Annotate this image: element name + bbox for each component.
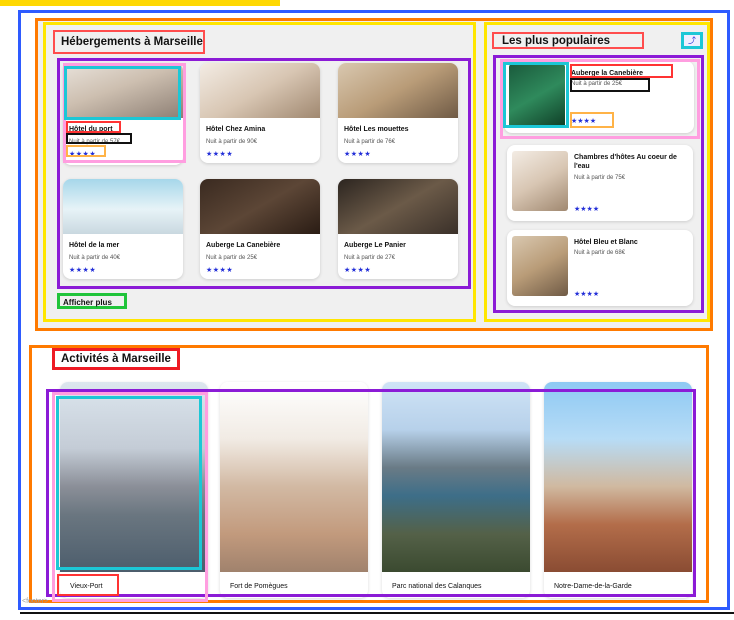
hotel-rating: ★★★★ — [344, 267, 372, 274]
hotel-rating: ★★★★ — [69, 267, 97, 274]
activities-title: Activités à Marseille — [52, 348, 180, 370]
show-more-link[interactable]: Afficher plus — [57, 293, 127, 309]
hotel-price: Nuit à partir de 25€ — [206, 255, 258, 261]
hotel-card[interactable]: Auberge Le Panier Nuit à partir de 27€ ★… — [338, 179, 458, 279]
price-highlight — [66, 133, 132, 144]
hotel-rating: ★★★★ — [206, 151, 234, 158]
hotel-card[interactable]: Hôtel Chez Amina Nuit à partir de 90€ ★★… — [200, 63, 320, 163]
image-highlight — [64, 66, 181, 120]
popular-title: Les plus populaires — [492, 32, 644, 49]
accommodation-title: Hébergements à Marseille — [53, 30, 205, 54]
name-highlight — [570, 64, 673, 78]
hotel-rating: ★★★★ — [574, 291, 600, 298]
hotel-name: Hôtel Les mouettes — [344, 126, 409, 133]
hotel-photo — [200, 179, 320, 234]
hotel-rating: ★★★★ — [344, 151, 372, 158]
hotel-name: Hôtel Bleu et Blanc — [574, 239, 638, 246]
hotel-price: Nuit à partir de 76€ — [344, 139, 396, 145]
hotel-price: Nuit à partir de 27€ — [344, 255, 396, 261]
hotel-price: Nuit à partir de 68€ — [574, 250, 626, 256]
hotel-photo — [338, 63, 458, 118]
popular-card[interactable]: Chambres d'hôtes Au coeur de l'eau Nuit … — [507, 145, 693, 221]
trend-icon[interactable]: ⤴ — [681, 32, 703, 49]
hotel-card[interactable]: Hôtel Les mouettes Nuit à partir de 76€ … — [338, 63, 458, 163]
hotel-photo — [200, 63, 320, 118]
hotel-price: Nuit à partir de 40€ — [69, 255, 121, 261]
hotel-photo — [512, 236, 568, 296]
hotel-photo — [512, 151, 568, 211]
name-highlight — [66, 121, 121, 133]
hotel-card[interactable]: Auberge La Canebière Nuit à partir de 25… — [200, 179, 320, 279]
footer-divider — [20, 612, 734, 614]
hotel-name: Auberge Le Panier — [344, 242, 406, 249]
price-highlight — [570, 78, 650, 92]
image-highlight — [503, 62, 569, 128]
hotel-photo — [338, 179, 458, 234]
footer-label: <footer> — [22, 598, 49, 605]
hotel-name: Hôtel Chez Amina — [206, 126, 266, 133]
hotel-rating: ★★★★ — [574, 206, 600, 213]
hotel-name: Auberge La Canebière — [206, 242, 281, 249]
rating-highlight — [66, 145, 106, 157]
name-highlight — [57, 574, 119, 596]
hotel-price: Nuit à partir de 90€ — [206, 139, 258, 145]
hotel-photo — [63, 179, 183, 234]
hotel-rating: ★★★★ — [206, 267, 234, 274]
image-highlight — [56, 396, 202, 570]
hotel-card[interactable]: Hôtel de la mer Nuit à partir de 40€ ★★★… — [63, 179, 183, 279]
top-banner — [0, 0, 734, 6]
hotel-price: Nuit à partir de 75€ — [574, 175, 626, 181]
hotel-name: Chambres d'hôtes Au coeur de l'eau — [574, 154, 677, 170]
hotel-name: Hôtel de la mer — [69, 242, 120, 249]
popular-card[interactable]: Hôtel Bleu et Blanc Nuit à partir de 68€… — [507, 230, 693, 306]
rating-highlight — [570, 112, 614, 128]
